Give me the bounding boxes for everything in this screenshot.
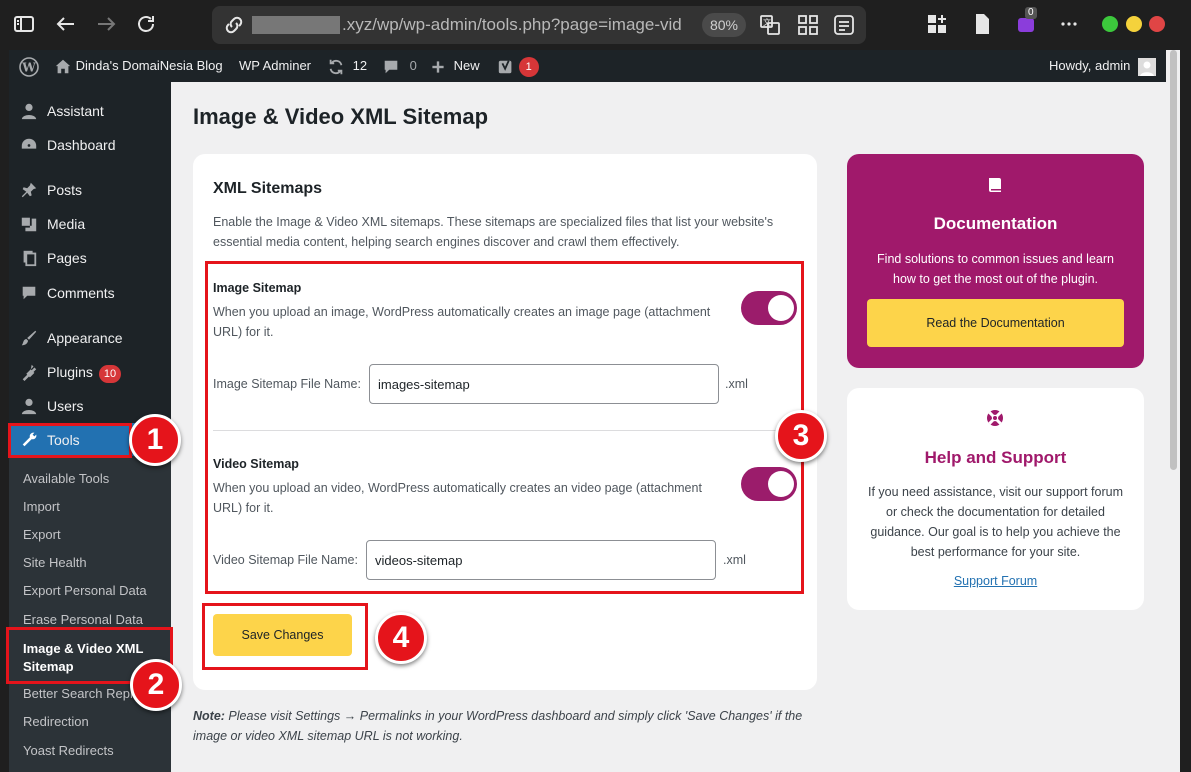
documentation-card: Documentation Find solutions to common i… xyxy=(847,154,1144,368)
annotation-box-tools xyxy=(8,423,132,458)
comment-icon xyxy=(22,286,36,300)
account-menu[interactable]: Howdy, admin xyxy=(1049,50,1157,82)
sidebar-item-plugins[interactable]: Plugins 10 xyxy=(9,355,171,389)
documentation-title: Documentation xyxy=(933,214,1058,233)
card-description: Enable the Image & Video XML sitemaps. T… xyxy=(213,215,774,249)
media-icon xyxy=(21,217,37,232)
add-widget-icon[interactable] xyxy=(925,12,949,36)
address-bar[interactable]: .xyz/wp/wp-admin/tools.php?page=image-vi… xyxy=(212,6,866,44)
plugins-update-badge: 10 xyxy=(98,365,122,383)
scroll-thumb[interactable] xyxy=(1170,50,1177,470)
sidebar-item-posts[interactable]: Posts xyxy=(9,173,171,207)
translate-icon[interactable]: 文 xyxy=(758,13,782,37)
minimize-window-icon[interactable] xyxy=(1102,16,1118,32)
tools-submenu: Available Tools Import Export Site Healt… xyxy=(9,456,171,772)
submenu-better-search-replace[interactable]: Better Search Replace xyxy=(23,686,137,701)
new-content-link[interactable]: New xyxy=(430,50,480,82)
read-documentation-button[interactable]: Read the Documentation xyxy=(867,299,1124,347)
extension-badge: 0 xyxy=(1025,7,1037,19)
document-icon[interactable] xyxy=(970,12,994,36)
card-title: XML Sitemaps xyxy=(213,180,323,197)
yoast-menu[interactable]: 1 xyxy=(497,50,539,82)
reload-icon[interactable] xyxy=(134,12,158,36)
submenu-site-health[interactable]: Site Health xyxy=(23,555,87,570)
page-scrollbar[interactable] xyxy=(1166,50,1180,772)
page-title: Image & Video XML Sitemap xyxy=(193,104,489,129)
plus-icon xyxy=(432,60,444,73)
close-window-icon[interactable] xyxy=(1149,16,1165,32)
submenu-available-tools[interactable]: Available Tools xyxy=(23,471,109,486)
more-menu-icon[interactable] xyxy=(1057,12,1081,36)
comments-link[interactable]: 0 xyxy=(382,50,417,82)
url-text: .xyz/wp/wp-admin/tools.php?page=image-vi… xyxy=(342,15,682,34)
submenu-erase-personal-data[interactable]: Erase Personal Data xyxy=(23,612,143,627)
sidebar-item-media[interactable]: Media xyxy=(9,207,171,241)
help-support-card: Help and Support If you need assistance,… xyxy=(847,388,1144,610)
updates-link[interactable]: 12 xyxy=(327,50,367,82)
sidebar-toggle-icon[interactable] xyxy=(12,12,36,36)
tab-grid-icon[interactable] xyxy=(796,13,820,37)
submenu-export-personal-data[interactable]: Export Personal Data xyxy=(23,583,147,598)
svg-text:文: 文 xyxy=(763,17,771,27)
back-icon[interactable] xyxy=(54,12,78,36)
brush-icon xyxy=(21,330,37,346)
user-icon xyxy=(21,103,37,120)
submenu-import[interactable]: Import xyxy=(23,499,60,514)
zoom-level[interactable]: 80% xyxy=(702,13,746,37)
annotation-box-settings xyxy=(205,261,804,594)
submenu-redirection[interactable]: Redirection xyxy=(23,714,89,729)
submenu-export[interactable]: Export xyxy=(23,527,61,542)
user-icon xyxy=(21,398,37,415)
plugin-icon xyxy=(22,364,37,381)
reader-view-icon[interactable] xyxy=(832,13,856,37)
help-text: If you need assistance, visit our suppor… xyxy=(868,485,1123,559)
documentation-text: Find solutions to common issues and lear… xyxy=(877,252,1114,286)
sidebar-item-appearance[interactable]: Appearance xyxy=(9,321,171,355)
redacted-domain xyxy=(252,16,340,34)
sidebar-item-dashboard[interactable]: Dashboard xyxy=(9,128,171,162)
wordpress-logo-icon[interactable]: W xyxy=(19,50,39,82)
annotation-box-save xyxy=(202,603,368,670)
home-icon xyxy=(55,59,71,73)
annotation-number-1: 1 xyxy=(129,414,181,466)
updates-icon xyxy=(329,59,343,74)
yoast-badge: 1 xyxy=(518,56,539,77)
pages-icon xyxy=(23,250,37,267)
lifebuoy-icon xyxy=(987,410,1003,426)
sidebar-item-pages[interactable]: Pages xyxy=(9,241,171,275)
browser-toolbar: .xyz/wp/wp-admin/tools.php?page=image-vi… xyxy=(0,0,1191,49)
annotation-number-4: 4 xyxy=(375,612,427,664)
wp-adminer-link[interactable]: WP Adminer xyxy=(239,50,311,82)
dashboard-icon xyxy=(21,138,37,149)
svg-text:W: W xyxy=(21,60,36,74)
annotation-number-2: 2 xyxy=(130,659,182,711)
submenu-yoast-redirects[interactable]: Yoast Redirects xyxy=(23,743,114,758)
sidebar-item-comments[interactable]: Comments xyxy=(9,276,171,310)
comment-icon xyxy=(384,60,398,73)
annotation-number-3: 3 xyxy=(775,410,827,462)
pin-icon xyxy=(21,182,37,198)
note-text: Note: Please visit Settings → Permalinks… xyxy=(193,709,803,743)
book-icon xyxy=(989,178,1001,192)
help-title: Help and Support xyxy=(924,448,1067,467)
support-forum-link[interactable]: Support Forum xyxy=(847,574,1144,588)
site-info-icon[interactable] xyxy=(222,13,246,37)
site-name-link[interactable]: Dinda's DomaiNesia Blog xyxy=(54,50,223,82)
maximize-window-icon[interactable] xyxy=(1126,16,1142,32)
sidebar-item-assistant[interactable]: Assistant xyxy=(9,94,171,128)
wp-admin-bar: W Dinda's DomaiNesia Blog WP Adminer 12 … xyxy=(9,50,1166,82)
yoast-icon xyxy=(498,59,512,73)
forward-icon[interactable] xyxy=(94,12,118,36)
avatar xyxy=(1138,57,1157,76)
